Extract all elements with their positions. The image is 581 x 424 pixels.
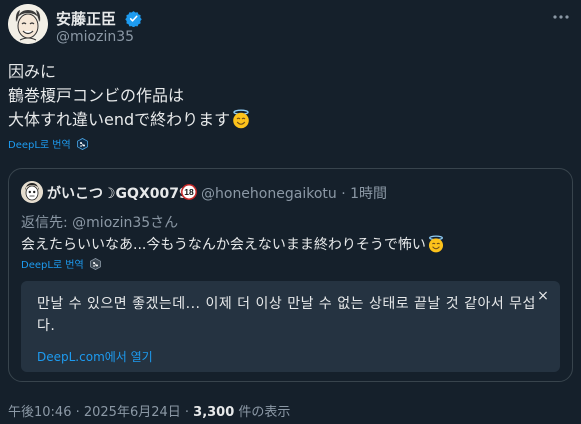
quoted-author-avatar[interactable] xyxy=(21,181,43,203)
age-18-badge-svg: 18 xyxy=(181,184,197,200)
tweet-body: 因みに 鶴巻榎戸コンビの作品は 大体すれ違いendで終わります xyxy=(8,60,548,132)
view-count: 3,300 xyxy=(193,405,235,420)
quoted-author-name[interactable]: がいこつ☽GQX0079 xyxy=(47,183,189,203)
open-in-deepl-link[interactable]: DeepL.com에서 열기 xyxy=(37,348,153,365)
tweet-line-2: 鶴巻榎戸コンビの作品は xyxy=(8,86,185,105)
tweet-line-3-text: 大体すれ違いendで終わります xyxy=(8,110,231,129)
author-name-text[interactable]: 安藤正臣 xyxy=(56,10,116,28)
quoted-tweet[interactable]: がいこつ☽GQX0079 18 @honehonegaikotu · 1時間 返… xyxy=(8,168,573,382)
quoted-avatar-drawing xyxy=(21,181,43,203)
translation-text: 만날 수 있으면 좋겠는데... 이제 더 이상 만날 수 없는 상태로 끝날 … xyxy=(37,296,536,334)
author-handle[interactable]: @miozin35 xyxy=(56,29,134,45)
quoted-handle[interactable]: @honehonegaikotu xyxy=(201,186,337,202)
halo-smiley-emoji-icon xyxy=(233,109,249,129)
quoted-time[interactable]: 1時間 xyxy=(350,186,387,202)
avatar-drawing xyxy=(8,4,48,44)
tweet-footer: 午後10:46 · 2025年6月24日 · 3,300 件の表示 xyxy=(8,401,290,420)
quoted-deepl-label[interactable]: DeepL로 번역 xyxy=(21,260,84,271)
tweet-header: 安藤正臣 @miozin35 xyxy=(8,4,573,48)
view-count-suffix: 件の表示 xyxy=(234,405,291,420)
deepl-logo-icon xyxy=(90,258,102,270)
author-avatar[interactable] xyxy=(8,4,48,44)
meta-separator: · xyxy=(341,186,346,202)
close-icon[interactable]: × xyxy=(534,287,552,305)
age-18-badge-icon: 18 xyxy=(181,184,197,204)
deepl-label[interactable]: DeepL로 번역 xyxy=(8,140,71,151)
more-options-icon[interactable] xyxy=(551,8,571,28)
quoted-tweet-text: 会えたらいいなあ...今もうなんか会えないまま終わりそうで怖い xyxy=(21,234,445,254)
verified-badge-icon[interactable] xyxy=(125,10,142,27)
reply-to-label: 返信先: @miozin35さん xyxy=(21,215,179,231)
quoted-meta: @honehonegaikotu · 1時間 xyxy=(201,183,387,203)
tweet-line-1: 因みに xyxy=(8,62,57,81)
translation-panel: 만날 수 있으면 좋겠는데... 이제 더 이상 만날 수 없는 상태로 끝날 … xyxy=(21,281,560,372)
quoted-tweet-text-content: 会えたらいいなあ...今もうなんか会えないまま終わりそうで怖い xyxy=(21,237,426,253)
tweet-line-3: 大体すれ違いendで終わります xyxy=(8,108,548,132)
ellipsis-icon xyxy=(553,15,569,19)
deepl-translate-link[interactable]: DeepL로 번역 xyxy=(8,136,89,151)
quoted-deepl-translate-link[interactable]: DeepL로 번역 xyxy=(21,256,102,271)
tweet-datetime[interactable]: 午後10:46 · 2025年6月24日 · xyxy=(8,405,193,420)
halo-smiley-emoji-icon xyxy=(428,235,443,253)
author-name[interactable]: 安藤正臣 xyxy=(56,8,142,29)
deepl-logo-icon xyxy=(77,138,89,150)
age-18-badge-text: 18 xyxy=(184,187,194,197)
